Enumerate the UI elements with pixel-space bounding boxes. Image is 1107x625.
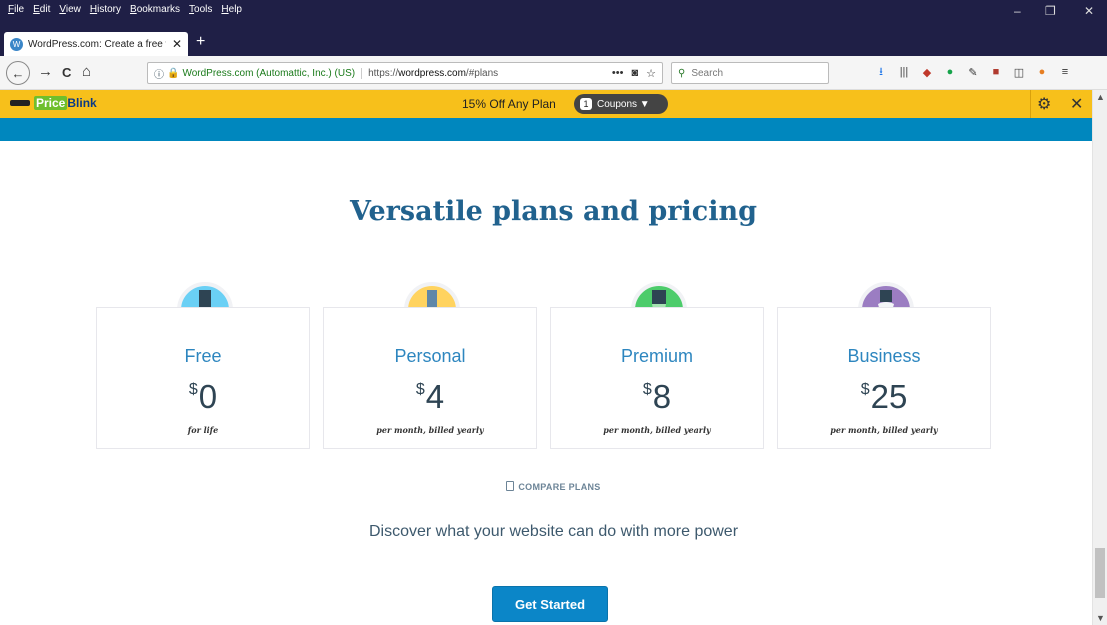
discover-text: Discover what your website can do with m…: [368, 523, 739, 540]
priceblink-bar: Price Blink 15% Off Any Plan 1 Coupons ▼…: [0, 90, 1092, 118]
hamburger-menu-icon[interactable]: ≡: [1058, 65, 1072, 79]
eyedropper-icon[interactable]: ✎: [966, 65, 980, 79]
back-button[interactable]: ←: [6, 61, 30, 85]
close-icon[interactable]: ✕: [1070, 94, 1083, 114]
menu-help[interactable]: Help: [221, 4, 242, 15]
forward-button[interactable]: →: [38, 63, 53, 80]
plan-price: $25: [860, 378, 908, 415]
plan-note: per month, billed yearly: [830, 425, 938, 435]
coupons-label: Coupons ▼: [597, 98, 650, 110]
plan-card-business[interactable]: Business $25 per month, billed yearly: [777, 307, 991, 449]
tab-title: WordPress.com: Create a free w: [28, 38, 166, 50]
coupons-dropdown[interactable]: 1 Coupons ▼: [574, 94, 668, 114]
tab-close-button[interactable]: ✕: [172, 37, 182, 51]
home-button[interactable]: ⌂: [82, 63, 91, 80]
extension-green-icon[interactable]: ●: [943, 65, 957, 79]
plan-name: Free: [184, 346, 222, 366]
plan-card-free[interactable]: Free $0 for life: [96, 307, 310, 449]
search-input[interactable]: Search: [691, 68, 723, 79]
divider: [1030, 90, 1031, 118]
scroll-thumb[interactable]: [1095, 548, 1105, 598]
title-bar: File Edit View History Bookmarks Tools H…: [0, 0, 1107, 30]
extension-red-icon[interactable]: ◆: [920, 65, 934, 79]
menu-bookmarks[interactable]: Bookmarks: [130, 4, 180, 15]
info-icon[interactable]: ⓘ: [154, 66, 164, 81]
lock-icon: 🔒: [167, 67, 180, 79]
extension-badge-icon[interactable]: ■: [989, 65, 1003, 79]
bookmark-star-icon[interactable]: ☆: [646, 67, 656, 80]
search-bar[interactable]: ⚲ Search: [671, 62, 829, 84]
plan-price: $0: [188, 378, 218, 415]
page-actions-icon[interactable]: •••: [612, 67, 624, 80]
menu-tools[interactable]: Tools: [189, 4, 212, 15]
toolbar-icons: ⭳ ||| ◆ ● ✎ ■ ◫ ● ≡: [874, 65, 1072, 79]
scroll-up-icon[interactable]: ▲: [1096, 92, 1105, 102]
extension-orange-icon[interactable]: ●: [1035, 65, 1049, 79]
url-text: https://wordpress.com/#plans: [368, 67, 499, 79]
plan-note: per month, billed yearly: [376, 425, 484, 435]
offer-text[interactable]: 15% Off Any Plan: [462, 97, 556, 111]
compare-plans-link[interactable]: COMPARE PLANS: [0, 481, 1107, 492]
wordpress-favicon-icon: W: [10, 37, 23, 51]
site-identity[interactable]: WordPress.com (Automattic, Inc.) (US): [182, 67, 363, 79]
plan-name: Premium: [620, 346, 693, 366]
new-tab-button[interactable]: +: [196, 33, 205, 51]
plan-note: per month, billed yearly: [603, 425, 711, 435]
coupon-count: 1: [580, 98, 592, 110]
get-started-button[interactable]: Get Started: [492, 586, 608, 622]
plan-card-personal[interactable]: Personal $4 per month, billed yearly: [323, 307, 537, 449]
plan-name: Personal: [394, 346, 466, 366]
site-masterbar: [0, 118, 1092, 141]
page-scrollbar[interactable]: ▲ ▼: [1092, 90, 1107, 625]
plug-icon: [10, 100, 30, 106]
close-window-button[interactable]: ✕: [1084, 4, 1094, 18]
plan-note: for life: [187, 425, 219, 435]
library-icon[interactable]: |||: [897, 65, 911, 79]
downloads-icon[interactable]: ⭳: [874, 65, 888, 79]
sidebar-icon[interactable]: ◫: [1012, 65, 1026, 79]
tab-wordpress[interactable]: W WordPress.com: Create a free w ✕: [4, 32, 188, 56]
plan-name: Business: [847, 346, 921, 366]
priceblink-logo[interactable]: Price Blink: [10, 96, 97, 110]
menu-history[interactable]: History: [90, 4, 121, 15]
gear-icon[interactable]: ⚙: [1037, 94, 1051, 114]
menu-view[interactable]: View: [59, 4, 81, 15]
plan-price: $4: [415, 378, 445, 415]
menu-file[interactable]: File: [8, 4, 24, 15]
restore-button[interactable]: ❐: [1045, 4, 1056, 18]
plan-price: $8: [642, 378, 672, 415]
pocket-icon[interactable]: ◙: [631, 67, 638, 80]
scroll-down-icon[interactable]: ▼: [1096, 613, 1105, 623]
plan-card-premium[interactable]: Premium $8 per month, billed yearly: [550, 307, 764, 449]
url-bar[interactable]: ⓘ 🔒 WordPress.com (Automattic, Inc.) (US…: [147, 62, 663, 84]
clipboard-icon: [506, 481, 515, 491]
menu-bar: File Edit View History Bookmarks Tools H…: [8, 4, 242, 15]
menu-edit[interactable]: Edit: [33, 4, 50, 15]
search-engine-icon: ⚲: [678, 67, 686, 79]
page-title: Versatile plans and pricing: [350, 196, 757, 227]
reload-button[interactable]: C: [62, 65, 71, 80]
navigation-bar: ← → C ⌂ ⓘ 🔒 WordPress.com (Automattic, I…: [0, 56, 1107, 90]
minimize-button[interactable]: –: [1014, 4, 1021, 18]
